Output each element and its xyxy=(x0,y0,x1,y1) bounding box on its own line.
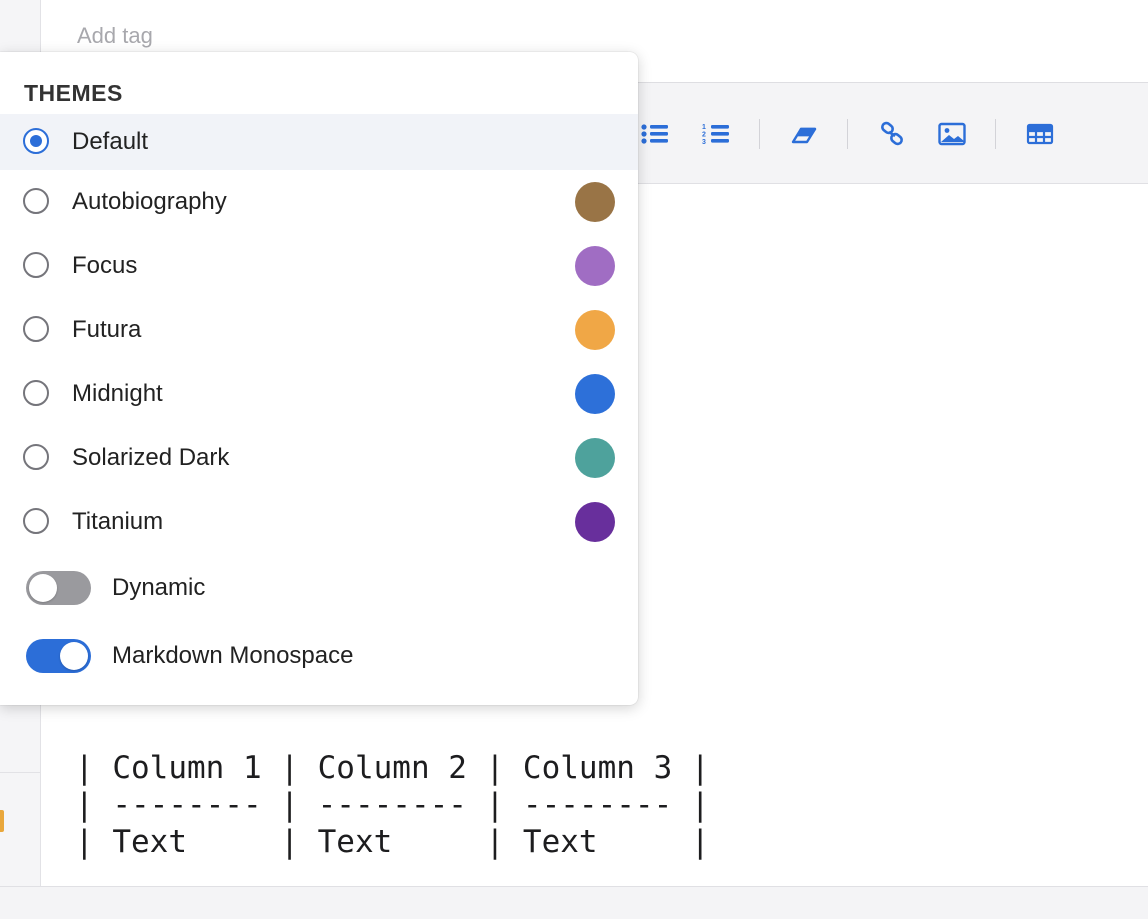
radio-unselected xyxy=(23,316,49,342)
table-line-separator: | -------- | -------- | -------- | xyxy=(75,787,710,824)
theme-color-swatch xyxy=(575,246,615,286)
svg-text:1: 1 xyxy=(702,124,706,131)
eraser-icon xyxy=(791,127,817,144)
markdown-monospace-toggle-row[interactable]: Markdown Monospace xyxy=(0,633,638,683)
radio-unselected xyxy=(23,508,49,534)
theme-color-swatch xyxy=(575,310,615,350)
theme-label: Titanium xyxy=(72,508,164,535)
theme-label: Midnight xyxy=(72,380,163,407)
insert-link-button[interactable] xyxy=(875,119,909,149)
theme-label: Autobiography xyxy=(72,188,227,215)
theme-option-autobiography[interactable]: Autobiography xyxy=(0,174,638,230)
theme-label: Focus xyxy=(72,252,138,279)
toolbar-divider xyxy=(759,119,760,149)
add-tag-input[interactable] xyxy=(75,20,479,52)
table-line-row: | Text | Text | Text | xyxy=(75,824,710,861)
radio-unselected xyxy=(23,188,49,214)
clear-format-button[interactable] xyxy=(787,119,821,149)
radio-unselected xyxy=(23,380,49,406)
table-icon xyxy=(1026,123,1054,145)
theme-option-focus[interactable]: Focus xyxy=(0,238,638,294)
theme-color-swatch xyxy=(575,374,615,414)
theme-label: Solarized Dark xyxy=(72,444,230,471)
dynamic-toggle-row[interactable]: Dynamic xyxy=(0,565,638,615)
svg-text:3: 3 xyxy=(702,139,706,146)
svg-text:2: 2 xyxy=(702,132,706,139)
toggle-knob xyxy=(29,574,57,602)
theme-option-midnight[interactable]: Midnight xyxy=(0,366,638,422)
toolbar-divider xyxy=(995,119,996,149)
theme-option-futura[interactable]: Futura xyxy=(0,302,638,358)
numbered-list-icon: 1 2 3 xyxy=(702,124,729,146)
radio-unselected xyxy=(23,252,49,278)
toggle-knob xyxy=(60,642,88,670)
radio-unselected xyxy=(23,444,49,470)
bulleted-list-icon xyxy=(641,124,668,144)
table-line-header: | Column 1 | Column 2 | Column 3 | xyxy=(75,750,710,786)
sidebar-accent-marker xyxy=(0,810,4,832)
theme-label: Futura xyxy=(72,316,142,343)
markdown-table[interactable]: | Column 1 | Column 2 | Column 3 | | ----… xyxy=(75,750,710,862)
bulleted-list-button[interactable] xyxy=(638,119,672,149)
themes-heading: THEMES xyxy=(24,80,123,106)
link-icon xyxy=(881,121,903,146)
sidebar-divider xyxy=(0,772,40,773)
toggle-label: Dynamic xyxy=(112,574,206,601)
insert-image-button[interactable] xyxy=(935,119,969,149)
markdown-monospace-toggle[interactable] xyxy=(26,639,91,673)
themes-menu: THEMES Default Autobiography Focus Futur… xyxy=(0,52,638,705)
theme-color-swatch xyxy=(575,182,615,222)
theme-option-titanium[interactable]: Titanium xyxy=(0,494,638,550)
toggle-label: Markdown Monospace xyxy=(112,642,354,669)
theme-option-default[interactable]: Default xyxy=(0,114,638,170)
theme-option-solarized-dark[interactable]: Solarized Dark xyxy=(0,430,638,486)
radio-selected xyxy=(23,128,49,154)
theme-color-swatch xyxy=(575,438,615,478)
status-bar xyxy=(0,886,1148,919)
insert-table-button[interactable] xyxy=(1023,119,1057,149)
image-icon xyxy=(938,122,966,146)
theme-label: Default xyxy=(72,128,149,155)
numbered-list-button[interactable]: 1 2 3 xyxy=(699,119,733,149)
theme-color-swatch xyxy=(575,502,615,542)
dynamic-toggle[interactable] xyxy=(26,571,91,605)
toolbar-divider xyxy=(847,119,848,149)
